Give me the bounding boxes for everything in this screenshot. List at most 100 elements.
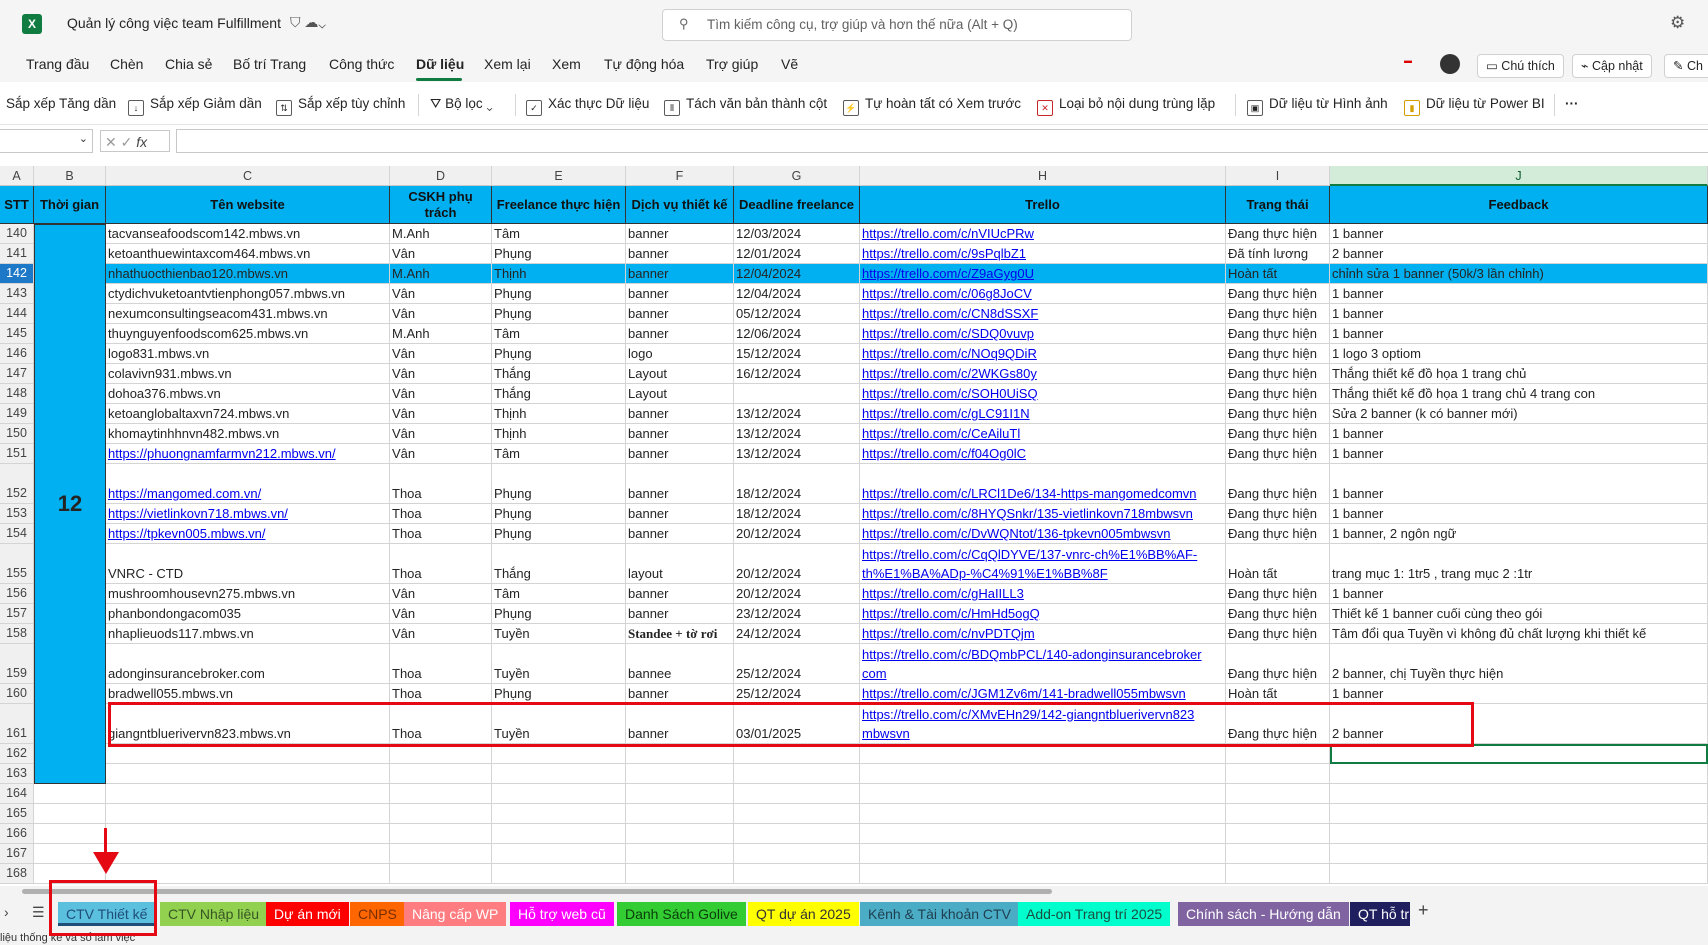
table-cell[interactable]: https://trello.com/c/NOq9QDiR [860, 344, 1226, 364]
table-cell[interactable]: Vân [390, 604, 492, 624]
menu-automate[interactable]: Tự động hóa [604, 56, 684, 72]
table-cell[interactable] [1330, 844, 1708, 864]
table-cell[interactable]: Phụng [492, 604, 626, 624]
row-number[interactable]: 158 [0, 624, 34, 644]
menu-page-layout[interactable]: Bố trí Trang [233, 56, 306, 72]
table-cell[interactable]: https://trello.com/c/HmHd5ogQ [860, 604, 1226, 624]
table-cell[interactable] [860, 824, 1226, 844]
table-cell[interactable]: banner [626, 304, 734, 324]
table-cell[interactable]: Sửa 2 banner (k có banner mới) [1330, 404, 1708, 424]
table-cell[interactable]: M.Anh [390, 324, 492, 344]
column-header-h[interactable]: H [860, 166, 1226, 186]
row-number[interactable]: 151 [0, 444, 34, 464]
table-cell[interactable]: banner [626, 444, 734, 464]
table-cell[interactable] [860, 804, 1226, 824]
header-col-e[interactable]: Freelance thực hiện [492, 186, 626, 224]
table-cell[interactable]: Đang thực hiện [1226, 324, 1330, 344]
table-cell[interactable] [1226, 824, 1330, 844]
table-cell[interactable] [390, 804, 492, 824]
column-header-g[interactable]: G [734, 166, 860, 186]
row-number[interactable]: 162 [0, 744, 34, 764]
menu-data[interactable]: Dữ liệu [416, 56, 464, 72]
table-cell[interactable] [734, 764, 860, 784]
table-cell[interactable]: Đang thực hiện [1226, 584, 1330, 604]
table-cell[interactable]: Vân [390, 424, 492, 444]
table-cell[interactable]: ketoanthuewintaxcom464.mbws.vn [106, 244, 390, 264]
table-cell[interactable] [1226, 784, 1330, 804]
table-cell[interactable]: logo831.mbws.vn [106, 344, 390, 364]
table-cell[interactable]: Đang thực hiện [1226, 284, 1330, 304]
table-cell[interactable] [1330, 824, 1708, 844]
table-cell[interactable]: Phụng [492, 524, 626, 544]
table-cell[interactable]: https://trello.com/c/BDQmbPCL/140-adongi… [860, 644, 1226, 684]
table-cell[interactable]: Standee + tờ rơi [626, 624, 734, 644]
table-cell[interactable]: 12/04/2024 [734, 284, 860, 304]
table-cell[interactable]: Hoàn tất [1226, 684, 1330, 704]
table-cell[interactable] [860, 864, 1226, 884]
table-cell[interactable]: Đang thực hiện [1226, 304, 1330, 324]
table-cell[interactable] [1226, 864, 1330, 884]
all-sheets-menu-icon[interactable]: ☰ [32, 904, 45, 921]
menu-home[interactable]: Trang đầu [26, 56, 89, 72]
header-col-g[interactable]: Deadline freelance [734, 186, 860, 224]
sheet-tab[interactable]: CNPS [350, 902, 405, 926]
sheet-tab[interactable]: Nâng cấp WP [404, 902, 507, 926]
table-cell[interactable]: nhathuocthienbao120.mbws.vn [106, 264, 390, 284]
settings-gear-icon[interactable]: ⚙ [1670, 13, 1685, 33]
table-cell[interactable] [492, 824, 626, 844]
table-cell[interactable]: Layout [626, 364, 734, 384]
row-number[interactable]: 161 [0, 704, 34, 744]
row-number[interactable]: 155 [0, 544, 34, 584]
header-col-c[interactable]: Tên website [106, 186, 390, 224]
table-cell[interactable] [106, 744, 390, 764]
table-cell[interactable] [734, 384, 860, 404]
table-cell[interactable]: khomaytinhhnvn482.mbws.vn [106, 424, 390, 444]
document-title[interactable]: Quản lý công việc team Fulfillment [67, 15, 281, 31]
table-cell[interactable] [492, 744, 626, 764]
table-cell[interactable]: 13/12/2024 [734, 444, 860, 464]
table-cell[interactable]: Đang thực hiện [1226, 524, 1330, 544]
column-header-i[interactable]: I [1226, 166, 1330, 186]
menu-help[interactable]: Trợ giúp [706, 56, 758, 72]
table-cell[interactable]: Thịnh [492, 404, 626, 424]
table-cell[interactable]: banner [626, 504, 734, 524]
table-cell[interactable]: Đang thực hiện [1226, 424, 1330, 444]
month-merged-cell[interactable]: 12 [34, 224, 106, 784]
table-cell[interactable]: 12/03/2024 [734, 224, 860, 244]
scrollbar-thumb[interactable] [22, 889, 1052, 894]
table-cell[interactable]: banner [626, 244, 734, 264]
table-cell[interactable] [1330, 864, 1708, 884]
table-cell[interactable]: https://trello.com/c/CN8dSSXF [860, 304, 1226, 324]
more-options-button[interactable]: ··· [1565, 96, 1579, 111]
table-cell[interactable]: Phụng [492, 684, 626, 704]
row-number[interactable]: 146 [0, 344, 34, 364]
table-cell[interactable]: 05/12/2024 [734, 304, 860, 324]
table-cell[interactable]: Layout [626, 384, 734, 404]
table-cell[interactable]: Vân [390, 444, 492, 464]
menu-review[interactable]: Xem lại [484, 56, 531, 72]
table-cell[interactable]: Đang thực hiện [1226, 644, 1330, 684]
table-cell[interactable]: Đang thực hiện [1226, 344, 1330, 364]
table-cell[interactable] [106, 784, 390, 804]
table-cell[interactable] [626, 824, 734, 844]
table-cell[interactable] [860, 844, 1226, 864]
table-cell[interactable]: 1 logo 3 optiom [1330, 344, 1708, 364]
sheet-tab[interactable]: Dự án mới [266, 902, 349, 926]
search-box[interactable]: ⚲ Tìm kiếm công cụ, trợ giúp và hơn thế … [662, 9, 1132, 41]
horizontal-scrollbar[interactable] [0, 886, 1708, 896]
table-cell[interactable]: Vân [390, 384, 492, 404]
table-cell[interactable] [106, 844, 390, 864]
table-cell[interactable] [106, 824, 390, 844]
table-cell[interactable]: Thắng [492, 544, 626, 584]
table-cell[interactable]: https://trello.com/c/nvPDTQjm [860, 624, 1226, 644]
table-cell[interactable] [106, 764, 390, 784]
table-cell[interactable]: Thịnh [492, 424, 626, 444]
table-cell[interactable] [1226, 764, 1330, 784]
table-cell[interactable] [106, 804, 390, 824]
table-cell[interactable] [492, 804, 626, 824]
row-number[interactable]: 153 [0, 504, 34, 524]
table-cell[interactable]: chỉnh sửa 1 banner (50k/3 lần chỉnh) [1330, 264, 1708, 284]
table-cell[interactable] [34, 784, 106, 804]
table-cell[interactable]: https://trello.com/c/SDQ0vuvp [860, 324, 1226, 344]
table-cell[interactable] [626, 844, 734, 864]
